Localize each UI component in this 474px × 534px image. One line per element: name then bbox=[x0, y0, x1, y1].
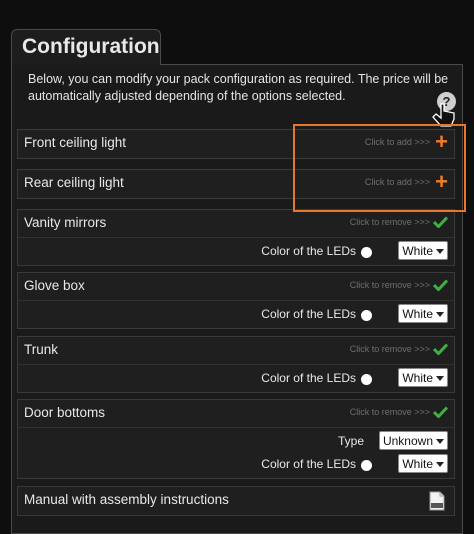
item-title: Door bottoms bbox=[24, 405, 106, 420]
option-vanity-mirrors: Vanity mirrors Click to remove >>> Color… bbox=[17, 209, 455, 266]
plus-icon[interactable]: + bbox=[435, 131, 448, 153]
led-color-radio[interactable] bbox=[361, 374, 372, 385]
action-label: Click to add >>> bbox=[364, 137, 431, 147]
action-label: Click to add >>> bbox=[364, 177, 431, 187]
action-label: Click to remove >>> bbox=[349, 217, 430, 227]
led-color-radio[interactable] bbox=[361, 310, 372, 321]
led-color-select[interactable]: White bbox=[398, 304, 448, 323]
remove-option-button[interactable]: Click to remove >>> bbox=[350, 406, 448, 418]
led-color-row: Color of the LEDs White bbox=[18, 451, 454, 477]
remove-option-button[interactable]: Click to remove >>> bbox=[350, 279, 448, 291]
plus-icon[interactable]: + bbox=[435, 171, 448, 193]
led-color-row: Color of the LEDs White bbox=[18, 365, 454, 391]
led-color-select[interactable]: White bbox=[398, 241, 448, 260]
add-option-button[interactable]: Click to add >>> + bbox=[364, 171, 448, 193]
led-color-row: Color of the LEDs White bbox=[18, 238, 454, 264]
action-label: Click to remove >>> bbox=[349, 280, 430, 290]
option-glove-box: Glove box Click to remove >>> Color of t… bbox=[17, 272, 455, 329]
add-option-button[interactable]: Click to add >>> + bbox=[364, 131, 448, 153]
remove-option-button[interactable]: Click to remove >>> bbox=[350, 216, 448, 228]
item-title: Glove box bbox=[24, 278, 85, 293]
led-color-select[interactable]: White bbox=[398, 368, 448, 387]
type-row: Type Unknown bbox=[18, 428, 454, 451]
remove-option-button[interactable]: Click to remove >>> bbox=[350, 343, 448, 355]
option-rear-ceiling-light: Rear ceiling light Click to add >>> + bbox=[17, 169, 455, 199]
option-manual: Manual with assembly instructions bbox=[17, 486, 455, 516]
led-color-select[interactable]: White bbox=[398, 454, 448, 473]
tab-configuration[interactable]: Configuration bbox=[11, 29, 161, 65]
configuration-panel: Below, you can modify your pack configur… bbox=[11, 64, 466, 534]
check-icon[interactable] bbox=[433, 279, 448, 291]
pdf-icon[interactable] bbox=[429, 491, 445, 516]
option-front-ceiling-light: Front ceiling light Click to add >>> + bbox=[17, 129, 455, 159]
led-color-label: Color of the LEDs bbox=[261, 457, 356, 471]
intro-text: Below, you can modify your pack configur… bbox=[28, 72, 449, 103]
action-label: Click to remove >>> bbox=[349, 407, 430, 417]
led-color-radio[interactable] bbox=[361, 460, 372, 471]
led-color-row: Color of the LEDs White bbox=[18, 301, 454, 327]
check-icon[interactable] bbox=[433, 406, 448, 418]
item-title: Trunk bbox=[24, 342, 59, 357]
led-color-label: Color of the LEDs bbox=[261, 307, 356, 321]
item-title: Manual with assembly instructions bbox=[24, 492, 229, 507]
item-title: Vanity mirrors bbox=[24, 215, 107, 230]
check-icon[interactable] bbox=[433, 216, 448, 228]
action-label: Click to remove >>> bbox=[349, 344, 430, 354]
led-color-label: Color of the LEDs bbox=[261, 371, 356, 385]
type-select[interactable]: Unknown bbox=[378, 431, 448, 450]
led-color-label: Color of the LEDs bbox=[261, 244, 356, 258]
led-color-radio[interactable] bbox=[361, 247, 372, 258]
item-title: Rear ceiling light bbox=[24, 175, 124, 190]
option-door-bottoms: Door bottoms Click to remove >>> Type Un… bbox=[17, 399, 455, 479]
item-title: Front ceiling light bbox=[24, 135, 127, 150]
check-icon[interactable] bbox=[433, 343, 448, 355]
type-label: Type bbox=[337, 434, 364, 448]
option-trunk: Trunk Click to remove >>> Color of the L… bbox=[17, 336, 455, 393]
